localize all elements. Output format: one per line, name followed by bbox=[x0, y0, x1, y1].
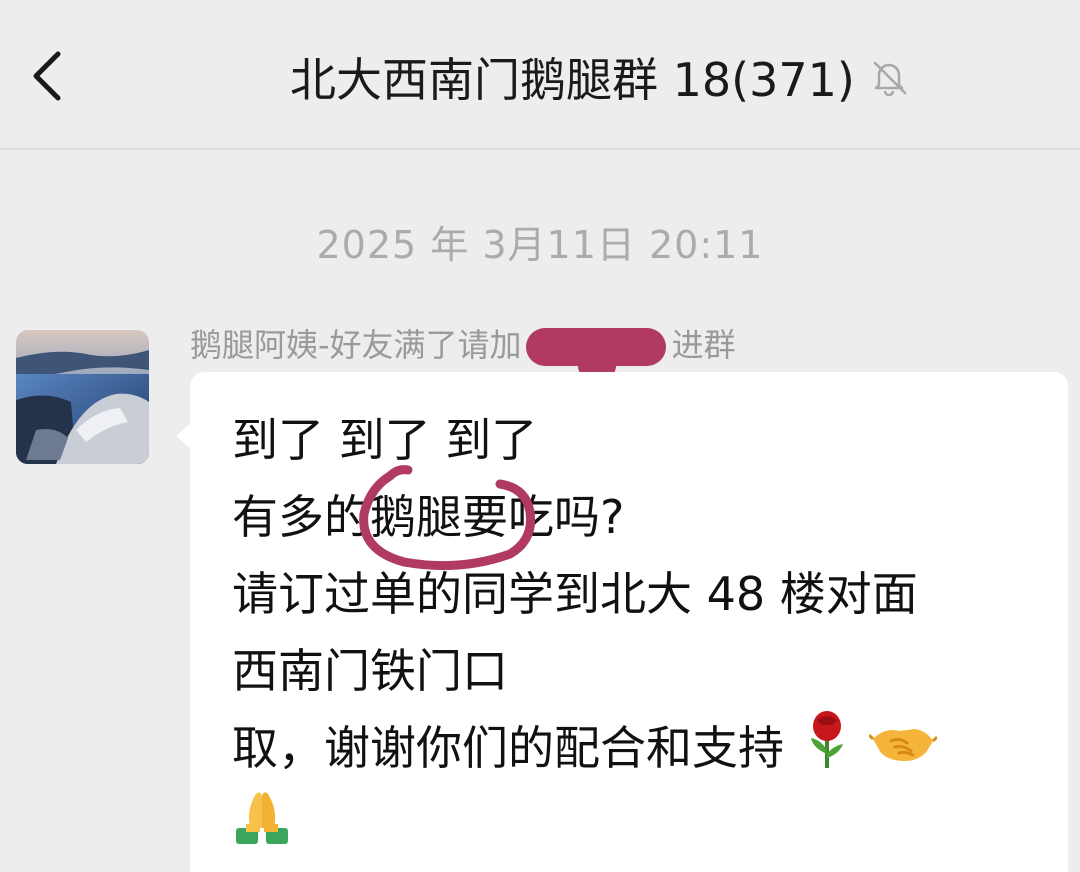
rose-emoji bbox=[805, 710, 849, 793]
message-text: 到了 到了 到了 有多的鹅腿要吃吗? 请订过单的同学到北大 48 楼对面 西南门… bbox=[232, 402, 1052, 864]
message-line-with-emoji: 取，谢谢你们的配合和支持 bbox=[232, 710, 1052, 787]
message-line: 西南门铁门口 bbox=[232, 644, 508, 698]
message-line: 请订过单的同学到北大 48 楼对面 bbox=[232, 567, 918, 621]
header-divider bbox=[0, 148, 1080, 150]
folded-hands-emoji bbox=[232, 788, 292, 869]
message-line-emoji-only bbox=[232, 787, 1052, 864]
sender-name: 鹅腿阿姨-好友满了请加 进群 bbox=[190, 318, 736, 380]
sender-name-prefix: 鹅腿阿姨-好友满了请加 bbox=[190, 326, 522, 364]
chat-screen: 北大西南门鹅腿群 18(371) 2025 年 3月11日 20:11 鹅腿阿姨… bbox=[0, 0, 1080, 872]
redaction-mark bbox=[525, 328, 666, 380]
message-line: 有多的鹅腿要吃吗? bbox=[232, 490, 625, 544]
handshake-emoji bbox=[868, 713, 939, 790]
title-area: 北大西南门鹅腿群 18(371) bbox=[290, 42, 911, 112]
sender-name-suffix: 进群 bbox=[671, 326, 736, 364]
message-line: 到了 到了 到了 bbox=[232, 413, 538, 467]
chat-header: 北大西南门鹅腿群 18(371) bbox=[0, 0, 1080, 148]
back-button[interactable] bbox=[22, 40, 82, 112]
chevron-left-icon bbox=[33, 51, 61, 101]
bell-off-icon bbox=[867, 55, 911, 99]
chat-title: 北大西南门鹅腿群 18(371) bbox=[290, 53, 855, 107]
sender-avatar[interactable] bbox=[16, 330, 149, 464]
message-line: 取，谢谢你们的配合和支持 bbox=[232, 721, 784, 775]
message-timestamp: 2025 年 3月11日 20:11 bbox=[316, 223, 764, 267]
